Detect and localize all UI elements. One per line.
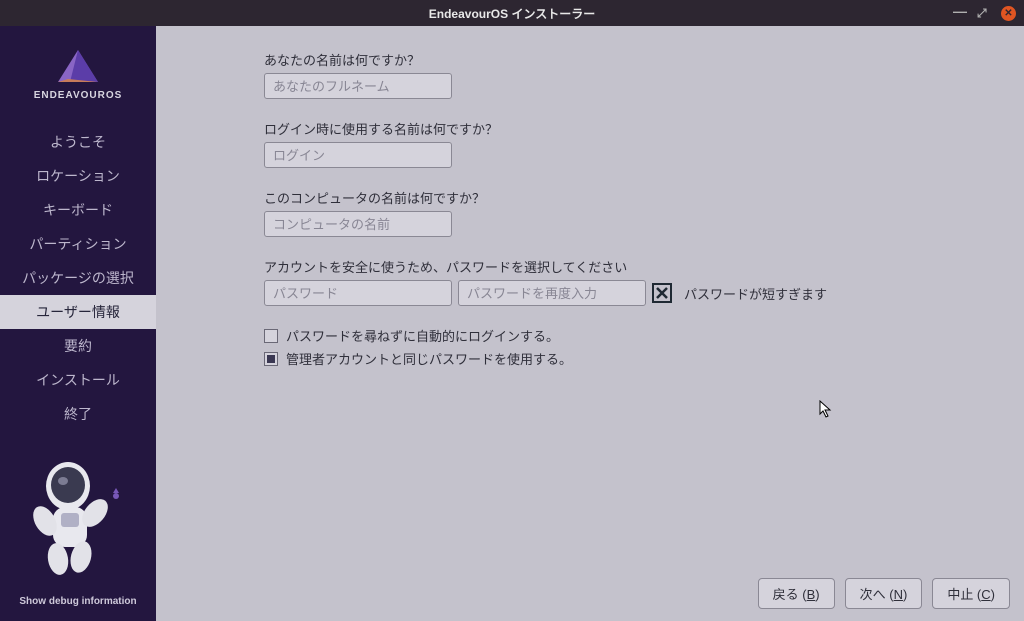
- password-input[interactable]: [264, 280, 452, 306]
- rootpw-label: 管理者アカウントと同じパスワードを使用する。: [286, 349, 572, 368]
- cursor-icon: [819, 400, 833, 418]
- window-title: EndeavourOS インストーラー: [429, 5, 595, 22]
- next-button[interactable]: 次へ (N): [845, 578, 923, 609]
- sidebar-item-keyboard[interactable]: キーボード: [0, 193, 156, 227]
- login-input[interactable]: [264, 142, 452, 168]
- sidebar-nav: ようこそ ロケーション キーボード パーティション パッケージの選択 ユーザー情…: [0, 125, 156, 431]
- autologin-label: パスワードを尋ねずに自動的にログインする。: [286, 326, 559, 345]
- titlebar: EndeavourOS インストーラー — ⤢ ✕: [0, 0, 1024, 26]
- hostname-label: このコンピュータの名前は何ですか？: [264, 188, 1024, 207]
- footer-buttons: 戻る (B) 次へ (N) 中止 (C): [758, 578, 1010, 609]
- sidebar: ENDEAVOUROS ようこそ ロケーション キーボード パーティション パッ…: [0, 26, 156, 621]
- autologin-checkbox[interactable]: [264, 329, 278, 343]
- hostname-input[interactable]: [264, 211, 452, 237]
- minimize-icon[interactable]: —: [953, 6, 967, 20]
- sidebar-item-finish[interactable]: 終了: [0, 397, 156, 431]
- astronaut-image: [13, 443, 143, 588]
- debug-info-link[interactable]: Show debug information: [19, 596, 136, 607]
- main-content: あなたの名前は何ですか？ ログイン時に使用する名前は何ですか？ このコンピュータ…: [156, 26, 1024, 621]
- fullname-label: あなたの名前は何ですか？: [264, 50, 1024, 69]
- logo-text: ENDEAVOUROS: [34, 90, 123, 101]
- password-warning-text: パスワードが短すぎます: [684, 284, 827, 303]
- password-label: アカウントを安全に使うため、パスワードを選択してください: [264, 257, 1024, 276]
- sidebar-item-users[interactable]: ユーザー情報: [0, 295, 156, 329]
- sidebar-item-install[interactable]: インストール: [0, 363, 156, 397]
- close-icon[interactable]: ✕: [1001, 6, 1016, 21]
- cancel-button[interactable]: 中止 (C): [932, 578, 1010, 609]
- sidebar-item-partition[interactable]: パーティション: [0, 227, 156, 261]
- sidebar-item-location[interactable]: ロケーション: [0, 159, 156, 193]
- logo: ENDEAVOUROS: [34, 46, 123, 101]
- sidebar-item-summary[interactable]: 要約: [0, 329, 156, 363]
- password-warning-icon: [652, 283, 672, 303]
- login-label: ログイン時に使用する名前は何ですか？: [264, 119, 1024, 138]
- back-button[interactable]: 戻る (B): [758, 578, 835, 609]
- fullname-input[interactable]: [264, 73, 452, 99]
- sidebar-item-packages[interactable]: パッケージの選択: [0, 261, 156, 295]
- password-confirm-input[interactable]: [458, 280, 646, 306]
- sidebar-item-welcome[interactable]: ようこそ: [0, 125, 156, 159]
- logo-icon: [54, 46, 102, 86]
- rootpw-checkbox[interactable]: [264, 352, 278, 366]
- window-controls: — ⤢ ✕: [953, 6, 1016, 21]
- maximize-icon[interactable]: ⤢: [977, 6, 991, 20]
